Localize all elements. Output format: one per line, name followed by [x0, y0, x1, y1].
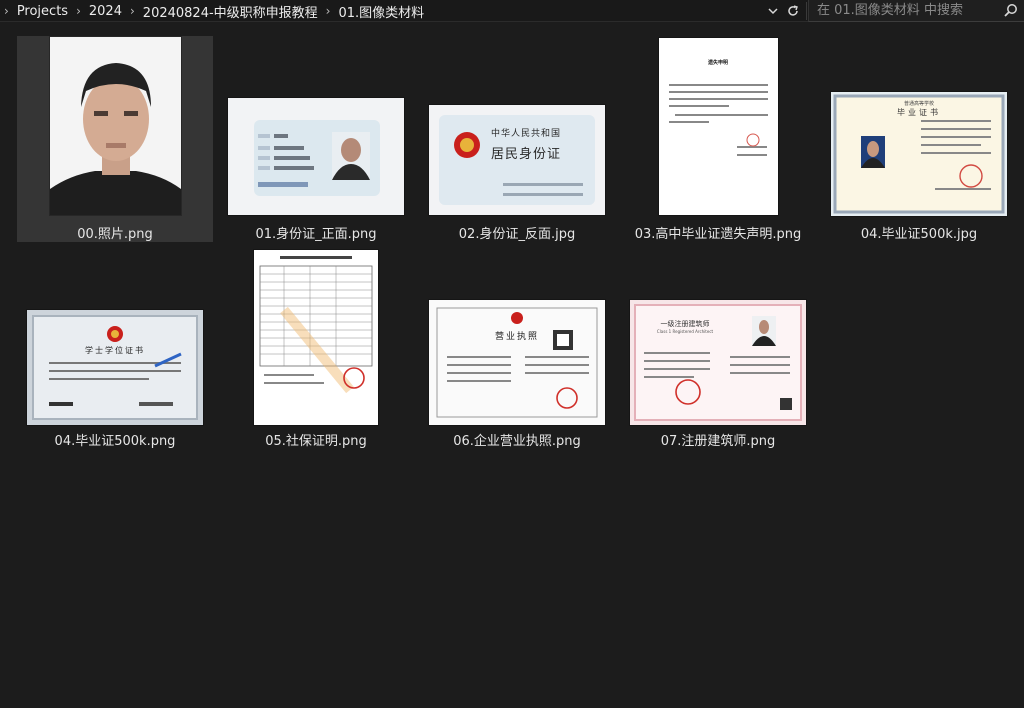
degree-certificate-thumbnail: 学士学位证书 — [27, 310, 203, 425]
architect-title-text: 一级注册建筑师 — [660, 320, 710, 328]
breadcrumb-item-projects[interactable]: Projects — [13, 4, 72, 19]
license-title-text: 营业执照 — [494, 332, 539, 342]
file-item-loss-notice[interactable]: 遗失申明 03.高中毕业证遗失声明.png — [620, 36, 816, 242]
chevron-down-icon — [768, 8, 778, 15]
refresh-button[interactable] — [783, 0, 803, 22]
search-box — [808, 0, 1024, 22]
thumbnail-area — [218, 250, 414, 426]
file-item-diploma-png[interactable]: 学士学位证书 04.毕业证500k.png — [17, 250, 213, 450]
file-name: 04.毕业证500k.jpg — [860, 227, 978, 242]
file-name: 03.高中毕业证遗失声明.png — [634, 227, 802, 242]
architect-subtitle-text: Class 1 Registered Architect — [656, 329, 714, 334]
portrait-photo-thumbnail — [49, 37, 181, 215]
file-item-social-security[interactable]: 05.社保证明.png — [218, 250, 414, 450]
file-name: 07.注册建筑师.png — [660, 434, 776, 449]
social-security-thumbnail — [254, 250, 378, 425]
id-card-title-text: 居民身份证 — [491, 147, 562, 162]
search-button[interactable] — [1002, 2, 1020, 20]
search-icon — [1004, 4, 1017, 17]
file-item-architect-certificate[interactable]: 一级注册建筑师 Class 1 Registered Architect 07.… — [620, 250, 816, 450]
file-name: 01.身份证_正面.png — [255, 227, 377, 242]
thumbnail-area: 学士学位证书 — [17, 250, 213, 426]
degree-title-text: 学士学位证书 — [85, 346, 145, 355]
file-item-id-back[interactable]: 中华人民共和国 居民身份证 02.身份证_反面.jpg — [419, 36, 615, 242]
diploma-school-text: 普通高等学校 — [903, 101, 934, 107]
file-name: 00.照片.png — [77, 227, 153, 242]
id-card-back-thumbnail: 中华人民共和国 居民身份证 — [429, 105, 605, 215]
search-input[interactable] — [809, 0, 999, 21]
file-item-business-license[interactable]: 营业执照 06.企业营业执照.png — [419, 250, 615, 450]
architect-certificate-thumbnail: 一级注册建筑师 Class 1 Registered Architect — [630, 300, 806, 425]
chevron-right-icon[interactable]: › — [126, 4, 139, 18]
breadcrumb-item-2024[interactable]: 2024 — [85, 4, 126, 19]
file-name: 04.毕业证500k.png — [54, 434, 176, 449]
id-card-country-text: 中华人民共和国 — [491, 129, 562, 139]
thumbnail-area: 一级注册建筑师 Class 1 Registered Architect — [620, 250, 816, 426]
thumbnail-area — [218, 36, 414, 220]
file-name: 05.社保证明.png — [265, 434, 367, 449]
thumbnail-area: 营业执照 — [419, 250, 615, 426]
file-name: 02.身份证_反面.jpg — [458, 227, 576, 242]
breadcrumb: › Projects › 2024 › 20240824-中级职称申报教程 › … — [0, 0, 428, 22]
chevron-right-icon[interactable]: › — [322, 4, 335, 18]
id-card-front-thumbnail — [228, 98, 404, 215]
loss-notice-thumbnail: 遗失申明 — [658, 38, 778, 215]
breadcrumb-item-current-folder[interactable]: 01.图像类材料 — [334, 2, 428, 21]
file-item-diploma-jpg[interactable]: 普通高等学校 毕业证书 04.毕业证500k.jpg — [821, 36, 1017, 242]
refresh-icon — [788, 5, 798, 16]
file-item-id-front[interactable]: 01.身份证_正面.png — [218, 36, 414, 242]
history-dropdown-button[interactable] — [764, 0, 782, 22]
business-license-thumbnail: 营业执照 — [429, 300, 605, 425]
thumbnail-area — [17, 36, 213, 220]
address-bar: › Projects › 2024 › 20240824-中级职称申报教程 › … — [0, 0, 1024, 22]
thumbnail-area: 普通高等学校 毕业证书 — [821, 36, 1017, 220]
thumbnail-area: 遗失申明 — [620, 36, 816, 220]
diploma-title-text: 毕业证书 — [897, 108, 941, 117]
file-name: 06.企业营业执照.png — [453, 434, 581, 449]
divider — [806, 2, 807, 20]
breadcrumb-item-project-folder[interactable]: 20240824-中级职称申报教程 — [139, 2, 322, 21]
chevron-right-icon[interactable]: › — [0, 4, 13, 18]
diploma-thumbnail: 普通高等学校 毕业证书 — [831, 92, 1007, 216]
file-item-photo[interactable]: 00.照片.png — [17, 36, 213, 242]
thumbnail-area: 中华人民共和国 居民身份证 — [419, 36, 615, 220]
chevron-right-icon[interactable]: › — [72, 4, 85, 18]
